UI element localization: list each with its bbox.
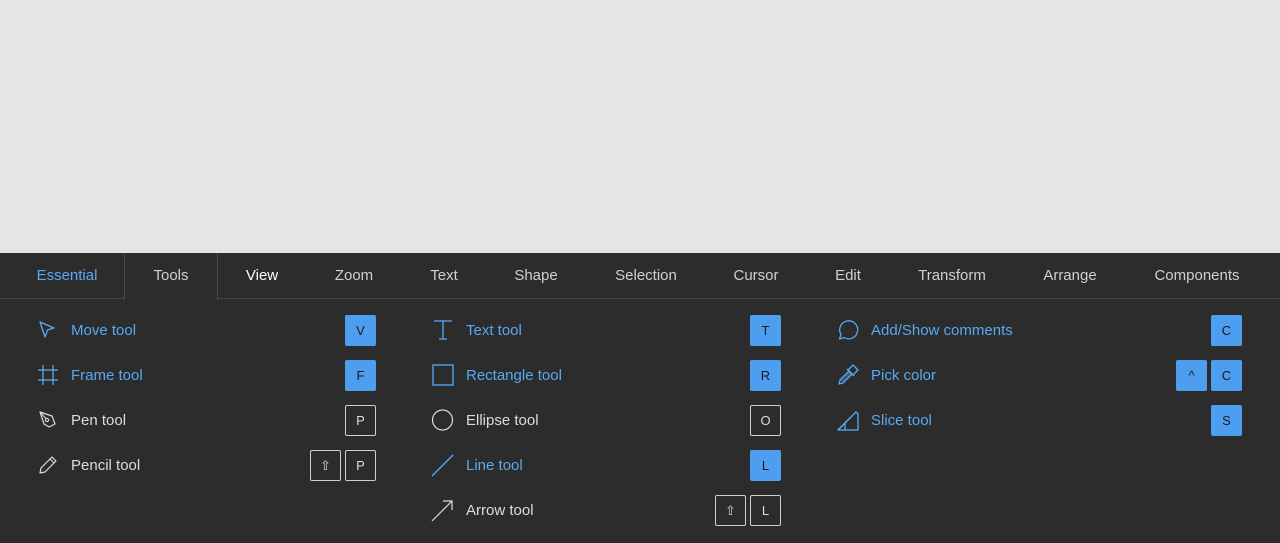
- shortcut-category-tabs: Essential Tools View Zoom Text Shape Sel…: [0, 253, 1280, 300]
- shortcut-label: Rectangle tool: [466, 367, 562, 384]
- key-cap: P: [345, 405, 376, 436]
- tab-tools[interactable]: Tools: [124, 253, 218, 300]
- shortcut-label: Arrow tool: [466, 502, 534, 519]
- tab-zoom[interactable]: Zoom: [316, 253, 392, 299]
- shortcut-row-rectangle-tool[interactable]: Rectangle tool R: [431, 360, 781, 392]
- shortcut-row-arrow-tool[interactable]: Arrow tool ⇧ L: [431, 495, 781, 527]
- pen-icon: [36, 408, 60, 432]
- key-cap: C: [1211, 360, 1242, 391]
- text-icon: [431, 318, 455, 342]
- shortcut-label: Add/Show comments: [871, 322, 1013, 339]
- shortcut-row-line-tool[interactable]: Line tool L: [431, 450, 781, 482]
- comment-icon: [836, 318, 860, 342]
- tab-cursor[interactable]: Cursor: [716, 253, 796, 299]
- keyboard-shortcuts-panel: Essential Tools View Zoom Text Shape Sel…: [0, 253, 1280, 543]
- frame-icon: [36, 363, 60, 387]
- shortcut-label: Line tool: [466, 457, 523, 474]
- line-icon: [431, 453, 455, 477]
- rectangle-icon: [431, 363, 455, 387]
- key-cap: P: [345, 450, 376, 481]
- shortcut-label: Pen tool: [71, 412, 127, 429]
- tab-components[interactable]: Components: [1136, 253, 1258, 299]
- key-cap: F: [345, 360, 376, 391]
- tab-essential[interactable]: Essential: [10, 253, 124, 299]
- pencil-icon: [36, 453, 60, 477]
- tab-transform[interactable]: Transform: [900, 253, 1004, 299]
- key-cap: S: [1211, 405, 1242, 436]
- shift-key-cap: ⇧: [310, 450, 341, 481]
- move-cursor-icon: [36, 318, 60, 342]
- canvas-area: [0, 0, 1280, 253]
- arrow-icon: [431, 498, 455, 522]
- shortcut-label: Pencil tool: [71, 457, 141, 474]
- key-cap: V: [345, 315, 376, 346]
- key-cap: T: [750, 315, 781, 346]
- shortcut-row-pencil-tool[interactable]: Pencil tool ⇧ P: [36, 450, 376, 482]
- shortcut-row-move-tool[interactable]: Move tool V: [36, 315, 376, 347]
- shortcut-row-pick-color[interactable]: Pick color ^ C: [836, 360, 1242, 392]
- key-cap: L: [750, 450, 781, 481]
- shortcut-label: Slice tool: [871, 412, 932, 429]
- shortcut-row-ellipse-tool[interactable]: Ellipse tool O: [431, 405, 781, 437]
- shortcut-label: Frame tool: [71, 367, 143, 384]
- tab-edit[interactable]: Edit: [816, 253, 880, 299]
- eyedropper-icon: [836, 363, 860, 387]
- shortcut-row-pen-tool[interactable]: Pen tool P: [36, 405, 376, 437]
- shortcut-row-slice-tool[interactable]: Slice tool S: [836, 405, 1242, 437]
- tab-arrange[interactable]: Arrange: [1024, 253, 1116, 299]
- shortcut-label: Pick color: [871, 367, 937, 384]
- tab-selection[interactable]: Selection: [596, 253, 696, 299]
- shortcut-row-add-show-comments[interactable]: Add/Show comments C: [836, 315, 1242, 347]
- control-key-cap: ^: [1176, 360, 1207, 391]
- shortcut-label: Text tool: [466, 322, 522, 339]
- shift-key-cap: ⇧: [715, 495, 746, 526]
- key-cap: C: [1211, 315, 1242, 346]
- key-cap: R: [750, 360, 781, 391]
- shortcut-row-text-tool[interactable]: Text tool T: [431, 315, 781, 347]
- shortcut-label: Move tool: [71, 322, 137, 339]
- ellipse-icon: [431, 408, 455, 432]
- key-cap: O: [750, 405, 781, 436]
- key-cap: L: [750, 495, 781, 526]
- tab-text[interactable]: Text: [410, 253, 478, 299]
- slice-icon: [836, 408, 860, 432]
- shortcut-label: Ellipse tool: [466, 412, 539, 429]
- shortcut-row-frame-tool[interactable]: Frame tool F: [36, 360, 376, 392]
- tab-view[interactable]: View: [226, 253, 298, 299]
- tab-shape[interactable]: Shape: [496, 253, 576, 299]
